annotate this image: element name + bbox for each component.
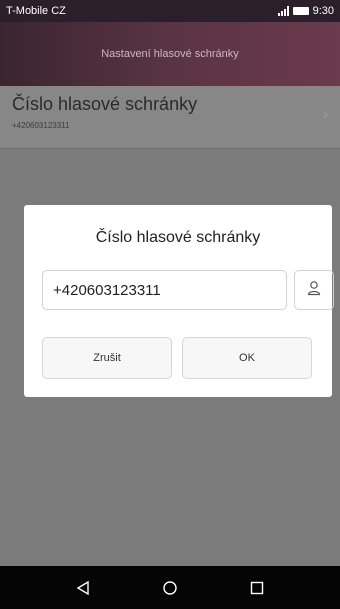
page-title: Nastavení hlasové schránky <box>101 48 239 60</box>
battery-icon <box>292 7 309 15</box>
list-item-subtitle: +420603123311 <box>12 121 70 130</box>
cancel-button[interactable]: Zrušit <box>42 337 172 379</box>
phone-number-input[interactable] <box>42 270 287 310</box>
ok-button[interactable]: OK <box>182 337 312 379</box>
voicemail-number-dialog: Číslo hlasové schránky Zrušit OK <box>24 205 334 397</box>
dialog-title: Číslo hlasové schránky <box>95 229 261 246</box>
person-icon <box>307 280 321 301</box>
navigation-bar <box>0 566 340 609</box>
back-triangle-icon[interactable] <box>75 580 91 596</box>
app-header: Nastavení hlasové schránky <box>0 22 340 86</box>
clock: 9:30 <box>312 5 334 17</box>
contact-picker-button[interactable] <box>294 270 334 310</box>
recents-square-icon[interactable] <box>249 580 265 596</box>
list-item-title: Číslo hlasové schránky <box>12 94 198 114</box>
status-indicators: 9:30 <box>277 5 334 17</box>
list-item-voicemail-number[interactable]: Číslo hlasové schránky +420603123311 › <box>0 86 340 149</box>
signal-icon <box>277 6 289 16</box>
carrier-name: T-Mobile CZ <box>6 5 66 17</box>
status-bar: T-Mobile CZ 9:30 <box>0 0 340 22</box>
chevron-right-icon: › <box>322 106 328 123</box>
home-circle-icon[interactable] <box>162 580 178 596</box>
